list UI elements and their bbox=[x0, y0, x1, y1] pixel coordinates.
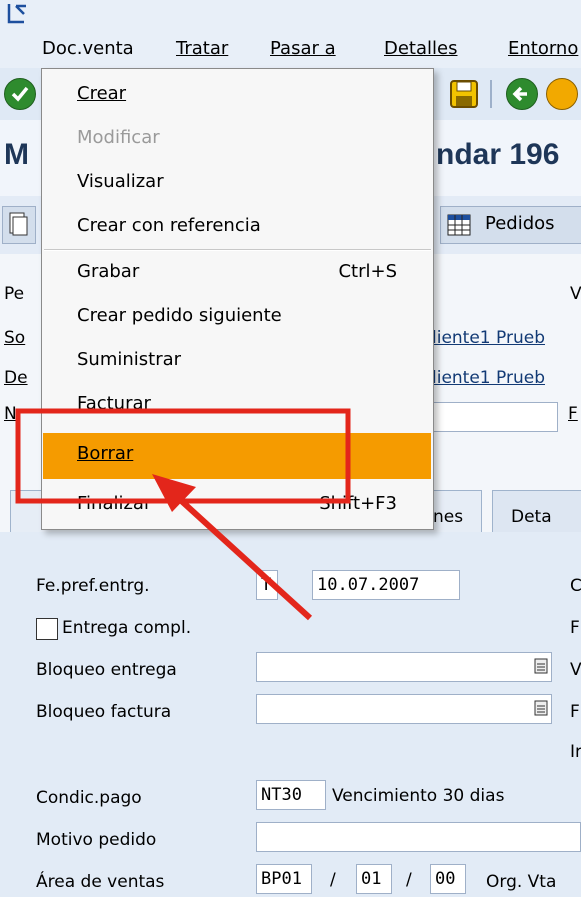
doc-venta-dropdown-menu: Crear Modificar Visualizar Crear con ref… bbox=[41, 68, 434, 530]
tab-detalles-label: Deta bbox=[511, 507, 552, 527]
menu-item-visualizar[interactable]: Visualizar bbox=[77, 171, 164, 192]
division-field[interactable]: 00 bbox=[430, 864, 466, 894]
save-icon[interactable] bbox=[448, 78, 480, 110]
menu-shortcut-grabar: Ctrl+S bbox=[338, 261, 397, 282]
document-icon-button[interactable] bbox=[2, 206, 36, 244]
area-ventas-label: Área de ventas bbox=[36, 872, 165, 892]
menu-detalles[interactable]: Detalles bbox=[384, 38, 457, 59]
menu-separator bbox=[44, 249, 431, 251]
window-menu-icon[interactable] bbox=[6, 2, 30, 26]
tab-active-label: nes bbox=[433, 507, 464, 527]
right-label-c: C bbox=[570, 576, 581, 596]
page-title-start: M bbox=[4, 138, 29, 171]
channel-field[interactable]: 01 bbox=[356, 864, 392, 894]
date-type-field[interactable]: T bbox=[256, 570, 278, 600]
ship-to-name: liente1 Prueb bbox=[432, 368, 545, 388]
header-field[interactable] bbox=[432, 402, 558, 432]
motivo-pedido-label: Motivo pedido bbox=[36, 830, 157, 850]
bloqueo-factura-label: Bloqueo factura bbox=[36, 702, 172, 722]
pedidos-label: Pedidos bbox=[485, 213, 555, 234]
menu-item-suministrar[interactable]: Suministrar bbox=[77, 349, 181, 370]
condic-pago-label: Condic.pago bbox=[36, 788, 142, 808]
entrega-compl-label: Entrega compl. bbox=[62, 618, 192, 638]
back-arrow-icon[interactable] bbox=[506, 78, 538, 110]
page-title-end: ndar 196 bbox=[436, 138, 560, 171]
bloqueo-entrega-label: Bloqueo entrega bbox=[36, 660, 177, 680]
payment-terms-field[interactable]: NT30 bbox=[256, 780, 326, 810]
exit-icon[interactable] bbox=[546, 78, 578, 110]
right-label-ir: Ir bbox=[570, 742, 581, 762]
header-label-so[interactable]: So bbox=[4, 328, 25, 348]
right-label-v: V bbox=[570, 660, 581, 680]
menu-item-finalizar[interactable]: Finalizar bbox=[77, 493, 151, 514]
menu-entorno[interactable]: Entorno bbox=[508, 38, 578, 59]
dropdown-list-icon[interactable] bbox=[534, 658, 548, 674]
window-top-strip bbox=[0, 0, 581, 32]
menu-doc-venta[interactable]: Doc.venta bbox=[42, 38, 134, 59]
menu-item-borrar[interactable]: Borrar bbox=[77, 443, 133, 464]
entrega-compl-checkbox[interactable] bbox=[36, 618, 58, 640]
menu-shortcut-finalizar: Shift+F3 bbox=[319, 493, 397, 514]
header-label-f[interactable]: F bbox=[568, 404, 578, 424]
header-label-de[interactable]: De bbox=[4, 368, 28, 388]
header-label-pe: Pe bbox=[4, 284, 25, 304]
payment-terms-text: Vencimiento 30 dias bbox=[332, 786, 505, 806]
menu-bar: Doc.venta Tratar Pasar a Detalles Entorn… bbox=[0, 32, 581, 69]
tab-detalles[interactable]: Deta bbox=[492, 490, 581, 533]
sold-to-name: liente1 Prueb bbox=[432, 328, 545, 348]
menu-item-crear-pedido-siguiente[interactable]: Crear pedido siguiente bbox=[77, 305, 282, 326]
header-label-v: V bbox=[570, 284, 581, 304]
menu-item-facturar[interactable]: Facturar bbox=[77, 393, 151, 414]
enter-check-icon[interactable] bbox=[4, 78, 36, 110]
slash-separator: / bbox=[330, 870, 336, 890]
right-label-f2: F bbox=[570, 702, 580, 722]
org-vta-text: Org. Vta bbox=[486, 872, 557, 892]
bloqueo-entrega-field[interactable] bbox=[256, 652, 552, 682]
sales-org-field[interactable]: BP01 bbox=[256, 864, 312, 894]
toolbar-separator bbox=[490, 80, 492, 108]
menu-tratar[interactable]: Tratar bbox=[176, 38, 228, 59]
header-label-n[interactable]: N bbox=[4, 404, 17, 424]
menu-item-crear[interactable]: Crear bbox=[77, 83, 126, 104]
bloqueo-factura-field[interactable] bbox=[256, 694, 552, 724]
menu-item-grabar[interactable]: Grabar bbox=[77, 261, 139, 282]
table-grid-icon bbox=[447, 214, 471, 236]
menu-item-crear-con-referencia[interactable]: Crear con referencia bbox=[77, 215, 261, 236]
right-label-f1: F bbox=[570, 618, 580, 638]
slash-separator: / bbox=[406, 870, 412, 890]
fe-pref-entrg-label: Fe.pref.entrg. bbox=[36, 576, 150, 596]
menu-item-modificar: Modificar bbox=[77, 127, 160, 148]
pedidos-button[interactable]: Pedidos bbox=[440, 206, 581, 244]
delivery-date-field[interactable]: 10.07.2007 bbox=[312, 570, 460, 600]
motivo-pedido-field[interactable] bbox=[256, 822, 581, 852]
form-area: Fe.pref.entrg. T 10.07.2007 C Entrega co… bbox=[0, 532, 581, 897]
menu-pasar-a[interactable]: Pasar a bbox=[270, 38, 336, 59]
dropdown-list-icon[interactable] bbox=[534, 700, 548, 716]
